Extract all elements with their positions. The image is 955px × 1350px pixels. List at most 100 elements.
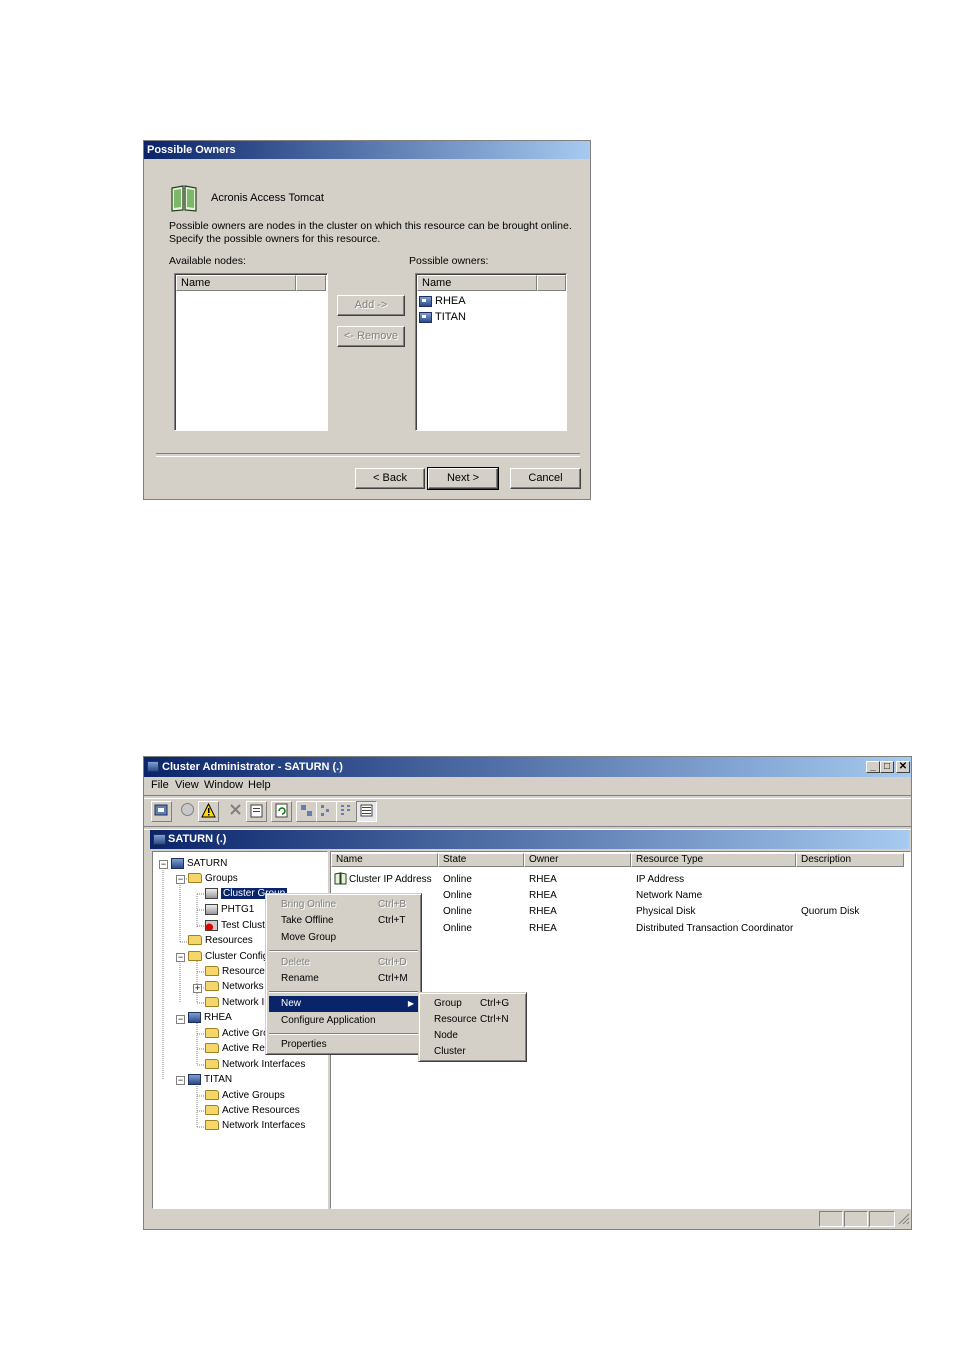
- collapse-titan-icon[interactable]: −: [176, 1076, 185, 1085]
- menu-move-group[interactable]: Move Group: [269, 930, 418, 946]
- bring-online-icon[interactable]: [177, 801, 198, 822]
- column-description[interactable]: Description: [796, 853, 904, 867]
- cancel-button[interactable]: Cancel: [510, 468, 581, 489]
- menu-window[interactable]: Window: [204, 779, 243, 791]
- row-type: IP Address: [636, 874, 685, 885]
- tree-titan[interactable]: TITAN: [188, 1073, 232, 1086]
- tree-titan-active-resources[interactable]: Active Resources: [205, 1104, 300, 1117]
- menu-new[interactable]: New ▶: [269, 996, 418, 1012]
- close-button[interactable]: ✕: [896, 761, 910, 773]
- submenu-group[interactable]: Group Ctrl+G: [422, 996, 523, 1012]
- status-panel: [844, 1211, 868, 1227]
- next-button[interactable]: Next >: [427, 467, 499, 490]
- refresh-icon[interactable]: [271, 801, 292, 822]
- cluster-icon: [171, 857, 184, 869]
- tree-rhea-active-resources[interactable]: Active Res: [205, 1042, 270, 1055]
- owner-item[interactable]: RHEA: [419, 295, 466, 307]
- tree-rhea-network-interfaces[interactable]: Network Interfaces: [205, 1058, 305, 1071]
- open-connection-icon[interactable]: [151, 801, 172, 822]
- tree-phtg1[interactable]: PHTG1: [205, 903, 254, 916]
- menu-separator: [269, 950, 418, 952]
- tree-network-interfaces[interactable]: Network Ir: [205, 996, 268, 1009]
- menu-shortcut: Ctrl+B: [378, 899, 407, 910]
- row-state: Online: [443, 923, 472, 934]
- menu-shortcut: Ctrl+G: [480, 998, 510, 1009]
- tree-rhea-active-groups[interactable]: Active Grou: [205, 1027, 274, 1040]
- tree-resources[interactable]: Resources: [188, 934, 253, 947]
- menu-rename[interactable]: Rename Ctrl+M: [269, 971, 418, 987]
- tree-test-cluster[interactable]: Test Cluste: [205, 919, 270, 932]
- tree-saturn[interactable]: SATURN: [171, 857, 227, 870]
- tree-rhea[interactable]: RHEA: [188, 1011, 232, 1024]
- tree-label: SATURN: [187, 858, 228, 869]
- menu-properties[interactable]: Properties: [269, 1037, 418, 1053]
- minimize-button[interactable]: _: [866, 761, 880, 773]
- new-submenu: Group Ctrl+G Resource Ctrl+N Node Cluster: [418, 992, 527, 1062]
- owner-item[interactable]: TITAN: [419, 311, 466, 323]
- column-header-spacer: [537, 275, 566, 291]
- menu-take-offline[interactable]: Take Offline Ctrl+T: [269, 913, 418, 929]
- possible-owners-list[interactable]: Name RHEA TITAN: [415, 273, 567, 431]
- menu-view[interactable]: View: [175, 779, 199, 791]
- column-resource-type[interactable]: Resource Type: [631, 853, 796, 867]
- tree-label: Networks: [222, 981, 264, 992]
- submenu-resource[interactable]: Resource Ctrl+N: [422, 1012, 523, 1028]
- expand-networks-icon[interactable]: +: [193, 984, 202, 993]
- collapse-rhea-icon[interactable]: −: [176, 1015, 185, 1024]
- folder-icon: [205, 1090, 219, 1101]
- tree-titan-network-interfaces[interactable]: Network Interfaces: [205, 1119, 305, 1132]
- row-description: Quorum Disk: [801, 906, 860, 917]
- name-column-header[interactable]: Name: [176, 275, 296, 291]
- properties-icon[interactable]: [246, 801, 267, 822]
- folder-icon: [205, 1043, 219, 1054]
- possible-owners-dialog: Possible Owners Acronis Access Tomcat Po…: [143, 140, 591, 500]
- menu-file[interactable]: File: [151, 779, 169, 791]
- folder-icon: [188, 873, 202, 884]
- remove-button[interactable]: <- Remove: [337, 326, 405, 347]
- collapse-groups-icon[interactable]: −: [176, 875, 185, 884]
- separator: [156, 453, 580, 457]
- resource-book-icon: [169, 183, 199, 213]
- menu-help[interactable]: Help: [248, 779, 271, 791]
- owner-label: RHEA: [435, 295, 466, 307]
- column-name[interactable]: Name: [331, 853, 438, 867]
- tree-label: Active Groups: [222, 1090, 285, 1101]
- delete-icon[interactable]: [225, 801, 246, 822]
- status-panel: [869, 1211, 895, 1227]
- row-owner: RHEA: [529, 906, 557, 917]
- tree-label: RHEA: [204, 1012, 232, 1023]
- back-button[interactable]: < Back: [355, 468, 425, 489]
- context-menu: Bring Online Ctrl+B Take Offline Ctrl+T Mo…: [265, 893, 422, 1055]
- submenu-arrow-icon: ▶: [407, 999, 414, 1008]
- submenu-node[interactable]: Node: [422, 1028, 523, 1044]
- small-icons-icon[interactable]: [316, 801, 337, 822]
- column-owner[interactable]: Owner: [524, 853, 631, 867]
- collapse-root-icon[interactable]: −: [159, 860, 168, 869]
- column-state[interactable]: State: [438, 853, 524, 867]
- tree-titan-active-groups[interactable]: Active Groups: [205, 1089, 285, 1102]
- menu-configure-application[interactable]: Configure Application: [269, 1013, 418, 1029]
- details-view-icon[interactable]: [356, 801, 377, 822]
- available-nodes-list[interactable]: Name: [174, 273, 328, 431]
- warning-icon[interactable]: [198, 801, 219, 822]
- large-icons-icon[interactable]: [296, 801, 317, 822]
- tree-groups[interactable]: Groups: [188, 872, 238, 885]
- menu-delete[interactable]: Delete Ctrl+D: [269, 955, 418, 971]
- row-name[interactable]: Cluster IP Address: [349, 874, 432, 885]
- add-button[interactable]: Add ->: [337, 295, 405, 316]
- submenu-cluster[interactable]: Cluster: [422, 1044, 523, 1060]
- tree-label: Resources: [205, 935, 253, 946]
- menu-label: New: [281, 998, 302, 1009]
- resize-grip-icon[interactable]: [898, 1213, 910, 1225]
- tree-networks[interactable]: Networks: [205, 980, 264, 993]
- collapse-config-icon[interactable]: −: [176, 953, 185, 962]
- menu-label: Delete: [281, 957, 310, 968]
- cluster-icon: [153, 834, 166, 845]
- tree-resource-types[interactable]: Resource T: [205, 965, 274, 978]
- maximize-button[interactable]: □: [880, 761, 894, 773]
- menu-label: Node: [434, 1030, 458, 1041]
- name-column-header[interactable]: Name: [417, 275, 537, 291]
- list-view-icon[interactable]: [336, 801, 357, 822]
- menu-bring-online[interactable]: Bring Online Ctrl+B: [269, 897, 418, 913]
- tree-cluster-configuration[interactable]: Cluster Configu: [188, 950, 274, 963]
